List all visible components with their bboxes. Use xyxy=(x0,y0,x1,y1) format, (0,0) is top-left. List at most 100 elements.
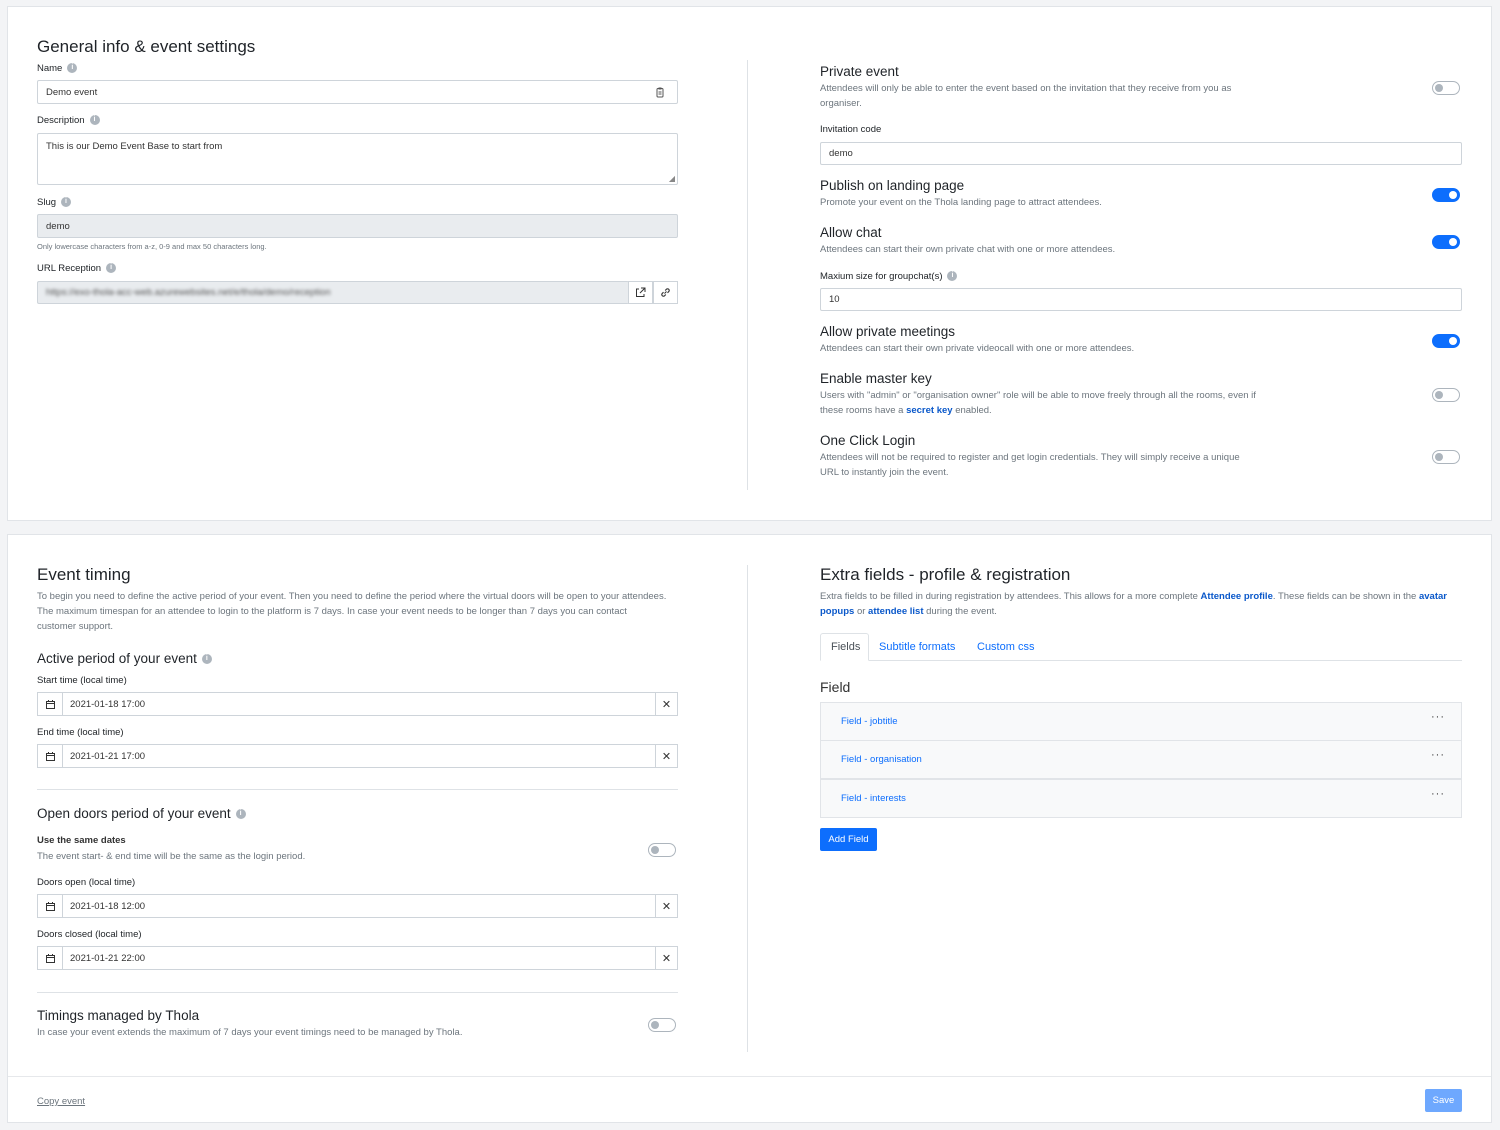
clear-icon[interactable]: ✕ xyxy=(655,895,677,917)
copy-event-link[interactable]: Copy event xyxy=(37,1096,85,1107)
calendar-icon[interactable] xyxy=(38,895,63,917)
slug-label: Slug i xyxy=(37,197,72,208)
save-button[interactable]: Save xyxy=(1425,1089,1462,1112)
info-icon[interactable]: i xyxy=(61,197,72,208)
allow-chat-desc: Attendees can start their own private ch… xyxy=(820,244,1116,255)
field-link[interactable]: Field - jobtitle xyxy=(841,716,898,727)
info-icon[interactable]: i xyxy=(201,654,212,665)
field-row-jobtitle[interactable]: Field - jobtitle ··· xyxy=(820,702,1462,741)
section-divider xyxy=(37,992,678,993)
private-meetings-toggle[interactable] xyxy=(1432,334,1460,348)
external-link-icon xyxy=(636,287,646,297)
copy-link-button[interactable] xyxy=(653,281,678,304)
event-timing-desc: To begin you need to define the active p… xyxy=(37,591,667,632)
field-row-interests[interactable]: Field - interests ··· xyxy=(820,779,1462,818)
allow-chat-title: Allow chat xyxy=(820,225,882,240)
doors-open-value[interactable]: 2021-01-18 12:00 xyxy=(63,895,655,917)
same-dates-toggle[interactable] xyxy=(648,843,676,857)
publish-landing-title: Publish on landing page xyxy=(820,178,965,193)
calendar-icon[interactable] xyxy=(38,693,63,715)
private-event-toggle[interactable] xyxy=(1432,81,1460,95)
slug-input[interactable]: demo xyxy=(37,214,678,238)
secret-key-link[interactable]: secret key xyxy=(906,405,952,416)
start-time-value[interactable]: 2021-01-18 17:00 xyxy=(63,693,655,715)
private-meetings-title: Allow private meetings xyxy=(820,324,956,339)
start-time-picker[interactable]: 2021-01-18 17:00 ✕ xyxy=(37,692,678,716)
publish-landing-toggle[interactable] xyxy=(1432,188,1460,202)
more-options-icon[interactable]: ··· xyxy=(1431,711,1445,723)
info-icon[interactable]: i xyxy=(67,63,78,74)
slug-help-text: Only lowercase characters from a-z, 0-9 … xyxy=(37,242,267,251)
private-event-title: Private event xyxy=(820,64,899,79)
open-link-button[interactable] xyxy=(628,281,653,304)
info-icon[interactable]: i xyxy=(89,115,100,126)
attendee-list-link[interactable]: attendee list xyxy=(868,606,923,617)
timings-managed-title: Timings managed by Thola xyxy=(37,1008,200,1023)
field-link[interactable]: Field - organisation xyxy=(841,754,922,765)
groupchat-size-input[interactable]: 10 xyxy=(820,288,1462,311)
master-key-desc: Users with "admin" or "organisation owne… xyxy=(820,390,1256,416)
description-label: Description i xyxy=(37,115,100,126)
invitation-code-input[interactable]: demo xyxy=(820,142,1462,165)
field-row-organisation[interactable]: Field - organisation ··· xyxy=(820,740,1462,779)
section-divider xyxy=(37,789,678,790)
event-timing-title: Event timing xyxy=(37,565,131,584)
add-field-button[interactable]: Add Field xyxy=(820,828,877,851)
publish-landing-desc: Promote your event on the Thola landing … xyxy=(820,197,1102,208)
one-click-login-desc: Attendees will not be required to regist… xyxy=(820,452,1240,478)
end-time-value[interactable]: 2021-01-21 17:00 xyxy=(63,745,655,767)
groupchat-size-label: Maxium size for groupchat(s) i xyxy=(820,271,958,282)
more-options-icon[interactable]: ··· xyxy=(1431,788,1445,800)
tab-subtitle-formats[interactable]: Subtitle formats xyxy=(879,641,955,653)
end-time-label: End time (local time) xyxy=(37,727,124,738)
resize-handle-icon[interactable]: ◢ xyxy=(669,174,675,183)
active-period-title: Active period of your event i xyxy=(37,651,212,666)
info-icon[interactable]: i xyxy=(235,809,246,820)
allow-chat-toggle[interactable] xyxy=(1432,235,1460,249)
extra-fields-title: Extra fields - profile & registration xyxy=(820,565,1071,584)
general-settings-title: General info & event settings xyxy=(37,37,256,56)
timings-managed-desc: In case your event extends the maximum o… xyxy=(37,1027,463,1038)
tabs-underline xyxy=(820,660,1462,661)
name-input[interactable]: Demo event xyxy=(37,80,678,104)
same-dates-desc: The event start- & end time will be the … xyxy=(37,851,306,862)
tab-custom-css[interactable]: Custom css xyxy=(977,641,1034,653)
field-link[interactable]: Field - interests xyxy=(841,793,906,804)
open-doors-title: Open doors period of your event i xyxy=(37,806,246,821)
one-click-login-title: One Click Login xyxy=(820,433,916,448)
tab-fields-label[interactable]: Fields xyxy=(831,641,860,653)
clear-icon[interactable]: ✕ xyxy=(655,693,677,715)
more-options-icon[interactable]: ··· xyxy=(1431,749,1445,761)
start-time-label: Start time (local time) xyxy=(37,675,127,686)
private-meetings-desc: Attendees can start their own private vi… xyxy=(820,343,1135,354)
info-icon[interactable]: i xyxy=(106,263,117,274)
doors-closed-value[interactable]: 2021-01-21 22:00 xyxy=(63,947,655,969)
timings-managed-toggle[interactable] xyxy=(648,1018,676,1032)
footer-divider xyxy=(8,1076,1491,1077)
one-click-login-toggle[interactable] xyxy=(1432,450,1460,464)
private-event-desc: Attendees will only be able to enter the… xyxy=(820,83,1232,109)
doors-open-label: Doors open (local time) xyxy=(37,877,136,888)
calendar-icon[interactable] xyxy=(38,745,63,767)
calendar-icon[interactable] xyxy=(38,947,63,969)
doors-closed-label: Doors closed (local time) xyxy=(37,929,142,940)
invitation-code-label: Invitation code xyxy=(820,124,882,135)
link-icon xyxy=(661,288,670,297)
field-heading: Field xyxy=(820,679,851,695)
doors-open-picker[interactable]: 2021-01-18 12:00 ✕ xyxy=(37,894,678,918)
clear-icon[interactable]: ✕ xyxy=(655,745,677,767)
column-divider xyxy=(747,60,748,490)
doors-closed-picker[interactable]: 2021-01-21 22:00 ✕ xyxy=(37,946,678,970)
column-divider xyxy=(747,565,748,1052)
end-time-picker[interactable]: 2021-01-21 17:00 ✕ xyxy=(37,744,678,768)
clear-icon[interactable]: ✕ xyxy=(655,947,677,969)
attendee-profile-link[interactable]: Attendee profile xyxy=(1201,591,1273,602)
name-label: Name i xyxy=(37,63,78,74)
extra-fields-desc: Extra fields to be filled in during regi… xyxy=(820,591,1447,617)
url-reception-input[interactable]: https://exo-thola-acc-web.azurewebsites.… xyxy=(37,281,629,304)
info-icon[interactable]: i xyxy=(947,271,958,282)
description-textarea[interactable]: This is our Demo Event Base to start fro… xyxy=(37,133,678,185)
same-dates-title: Use the same dates xyxy=(37,835,126,846)
master-key-toggle[interactable] xyxy=(1432,388,1460,402)
clipboard-icon[interactable] xyxy=(655,87,665,101)
